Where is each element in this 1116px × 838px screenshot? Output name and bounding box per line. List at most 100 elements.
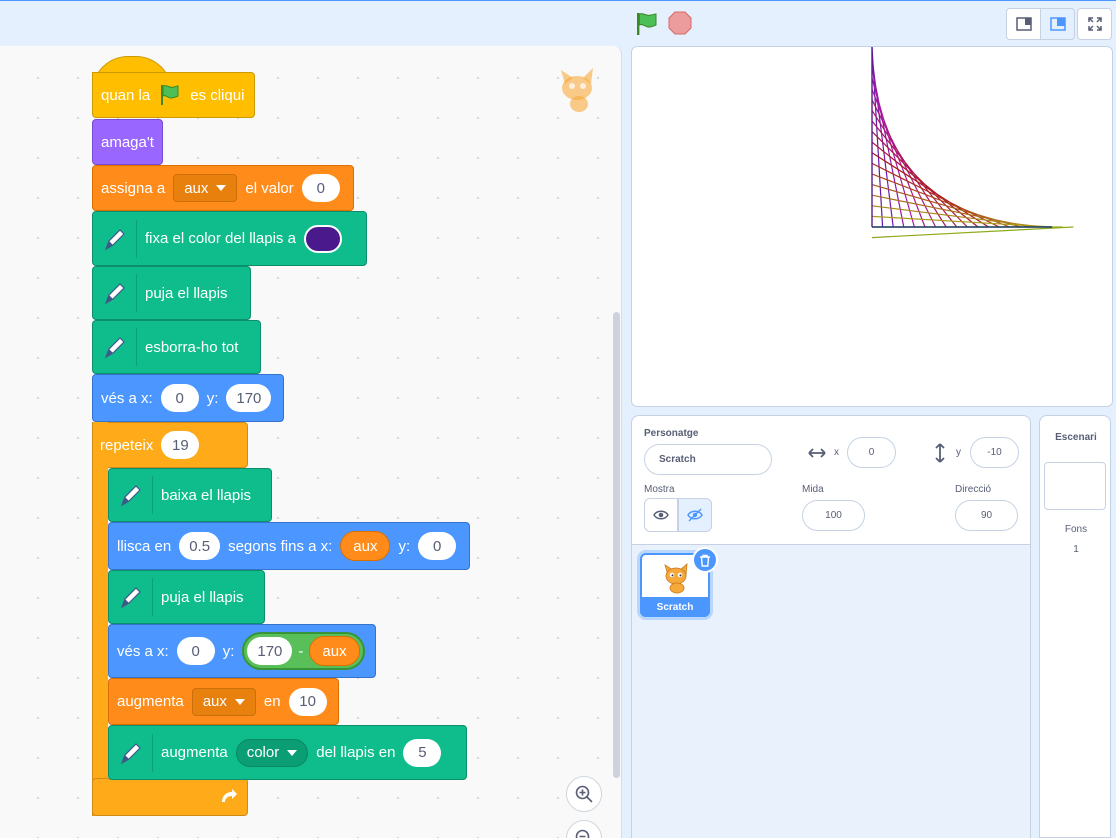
repeat-arrow-icon	[222, 789, 237, 802]
goto-x-input[interactable]: 0	[176, 637, 215, 665]
goto-x-label: vés a x:	[101, 389, 153, 407]
set-pen-color-label: fixa el color del llapis a	[145, 230, 296, 247]
sprite-info-panel: Personatge Scratch x 0 y -10 Mostra Mida…	[631, 415, 1031, 545]
pen-extension-icon	[97, 219, 137, 258]
x-position-arrows-icon	[808, 448, 826, 458]
zoom-in-icon	[575, 785, 593, 803]
variable-reporter[interactable]: aux	[340, 531, 391, 561]
show-label: Mostra	[644, 484, 675, 495]
eye-hidden-icon	[687, 508, 703, 522]
chevron-down-icon	[287, 749, 298, 756]
fullscreen-icon	[1087, 17, 1102, 31]
show-visible-button[interactable]	[644, 498, 678, 532]
direction-input[interactable]: 90	[955, 500, 1018, 531]
chevron-down-icon	[216, 185, 227, 191]
hat-label-after: es cliqui	[190, 86, 245, 104]
direction-label: Direcció	[955, 484, 992, 495]
glide-block[interactable]: llisca en 0.5 segons fins a x: aux y: 0	[108, 522, 470, 570]
goto-xy-block[interactable]: vés a x: 0 y: 170 - aux	[108, 624, 376, 678]
size-input[interactable]: 100	[802, 500, 865, 531]
subtract-operator[interactable]: 170 - aux	[242, 632, 365, 670]
pen-up-block[interactable]: puja el llapis	[92, 266, 251, 320]
show-hidden-button[interactable]	[678, 498, 712, 532]
small-stage-icon	[1015, 17, 1032, 31]
pen-extension-icon	[113, 578, 153, 616]
normal-stage-button[interactable]	[1040, 8, 1075, 40]
x-input[interactable]: 0	[847, 437, 896, 468]
change-variable-block[interactable]: augmenta aux en 10	[108, 678, 339, 725]
y-input[interactable]: -10	[970, 437, 1019, 468]
zoom-out-button[interactable]	[566, 820, 602, 838]
stage-header-bar	[0, 0, 1116, 46]
sprite-tile-label: Scratch	[640, 597, 710, 617]
stage-thumbnail[interactable]	[1044, 462, 1106, 510]
pen-drawing	[871, 47, 1074, 239]
goto-y-input[interactable]: 170	[226, 384, 272, 412]
pen-extension-icon	[113, 476, 153, 514]
delete-sprite-button[interactable]	[692, 547, 718, 573]
small-stage-button[interactable]	[1006, 8, 1041, 40]
set-pen-color-block[interactable]: fixa el color del llapis a	[92, 211, 367, 266]
pen-up-block[interactable]: puja el llapis	[108, 570, 265, 624]
pen-color-swatch[interactable]	[303, 224, 342, 253]
workspace-scrollbar[interactable]	[613, 312, 620, 778]
goto-xy-block[interactable]: vés a x: 0 y: 170	[92, 374, 284, 422]
glide-label: llisca en	[117, 537, 172, 555]
value-input[interactable]: 5	[403, 738, 442, 767]
variable-dropdown[interactable]: aux	[191, 687, 256, 716]
stage-selector-pane[interactable]: Escenari Fons 1	[1039, 415, 1111, 838]
change-variable-mid: en	[263, 693, 281, 710]
goto-y-label: y:	[222, 642, 235, 660]
green-flag-icon	[637, 13, 657, 35]
erase-all-label: esborra-ho tot	[145, 338, 239, 356]
pen-extension-icon	[113, 733, 153, 772]
zoom-out-icon	[575, 829, 590, 838]
erase-all-block[interactable]: esborra-ho tot	[92, 320, 261, 374]
fullscreen-button[interactable]	[1077, 8, 1112, 40]
sprite-name-input[interactable]: Scratch	[644, 444, 772, 475]
code-workspace[interactable]: quan la es cliqui amaga't assigna a aux …	[0, 46, 622, 838]
hat-block-green-flag[interactable]: quan la es cliqui	[92, 56, 255, 119]
chevron-down-icon	[234, 698, 245, 705]
backdrops-label: Fons	[1064, 524, 1088, 535]
sprite-label: Personatge	[644, 428, 699, 439]
goto-x-input[interactable]: 0	[160, 384, 199, 412]
hide-label: amaga't	[101, 133, 154, 151]
value-input[interactable]: 10	[288, 687, 327, 716]
zoom-in-button[interactable]	[566, 776, 602, 812]
cat-sprite-icon	[561, 68, 593, 112]
green-flag-button[interactable]	[633, 10, 661, 38]
change-variable-label: augmenta	[117, 693, 184, 710]
glide-y-input[interactable]: 0	[418, 532, 457, 560]
change-pen-param-block[interactable]: augmenta color del llapis en 5	[108, 725, 467, 780]
pen-up-label: puja el llapis	[145, 284, 228, 302]
variable-reporter[interactable]: aux	[309, 636, 360, 666]
value-input[interactable]: 0	[301, 174, 340, 202]
eye-icon	[653, 510, 669, 520]
repeat-block[interactable]: repeteix 19	[92, 422, 248, 468]
operator-left-input[interactable]: 170	[247, 637, 293, 665]
stage-title: Escenari	[1055, 432, 1097, 443]
set-variable-block[interactable]: assigna a aux el valor 0	[92, 165, 354, 211]
pen-extension-icon	[97, 274, 137, 312]
variable-dropdown[interactable]: aux	[173, 174, 238, 202]
backdrops-count: 1	[1073, 544, 1079, 555]
trash-icon	[700, 554, 710, 567]
pen-param-dropdown[interactable]: color	[235, 738, 309, 767]
x-label: x	[834, 447, 839, 458]
change-pen-label: augmenta	[161, 744, 228, 761]
pen-extension-icon	[97, 328, 137, 366]
stop-button[interactable]	[667, 10, 693, 36]
stop-icon	[668, 11, 692, 35]
stage-canvas[interactable]	[631, 46, 1113, 407]
glide-y-label: y:	[398, 537, 411, 555]
pen-down-label: baixa el llapis	[161, 486, 252, 504]
sprite-list-area: Scratch	[631, 545, 1031, 838]
pen-down-block[interactable]: baixa el llapis	[108, 468, 272, 522]
size-label: Mida	[802, 484, 824, 495]
hide-block[interactable]: amaga't	[92, 119, 163, 165]
cat-sprite-icon	[664, 563, 688, 594]
glide-secs-input[interactable]: 0.5	[179, 532, 221, 560]
green-flag-icon	[161, 85, 179, 105]
repeat-count-input[interactable]: 19	[161, 431, 200, 459]
